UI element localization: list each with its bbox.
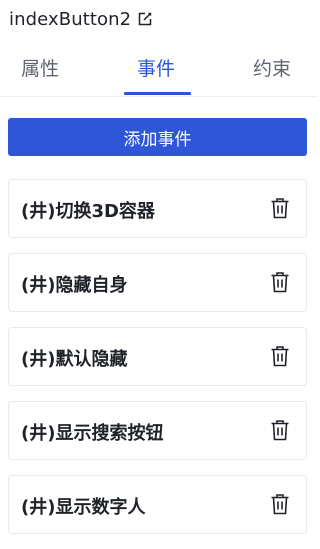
trash-icon[interactable] <box>269 270 291 294</box>
trash-icon[interactable] <box>269 344 291 368</box>
trash-icon[interactable] <box>269 492 291 516</box>
event-list: (井)切换3D容器 (井)隐藏自身 (井)默认隐藏 (井)显示搜索按钮 (井)显… <box>8 179 307 549</box>
component-header: indexButton2 <box>9 6 153 32</box>
event-item[interactable]: (井)显示搜索按钮 <box>8 401 307 460</box>
tab-events[interactable]: 事件 <box>137 54 175 81</box>
event-item[interactable]: (井)默认隐藏 <box>8 327 307 386</box>
event-label: (井)默认隐藏 <box>21 349 128 370</box>
event-item[interactable]: (井)切换3D容器 <box>8 179 307 238</box>
active-tab-indicator <box>124 92 191 95</box>
panel-tabs: 属性 事件 约束 <box>0 44 318 97</box>
event-label: (井)切换3D容器 <box>21 201 155 222</box>
trash-icon[interactable] <box>269 418 291 442</box>
trash-icon[interactable] <box>269 196 291 220</box>
tab-constraints[interactable]: 约束 <box>253 54 291 81</box>
event-label: (井)显示数字人 <box>21 497 146 518</box>
event-label: (井)隐藏自身 <box>21 275 128 296</box>
add-event-button[interactable]: 添加事件 <box>8 118 307 156</box>
edit-icon[interactable] <box>137 11 153 27</box>
event-item[interactable]: (井)显示数字人 <box>8 475 307 534</box>
component-name: indexButton2 <box>9 8 132 30</box>
event-label: (井)显示搜索按钮 <box>21 423 164 444</box>
event-item[interactable]: (井)隐藏自身 <box>8 253 307 312</box>
tab-properties[interactable]: 属性 <box>21 54 59 81</box>
